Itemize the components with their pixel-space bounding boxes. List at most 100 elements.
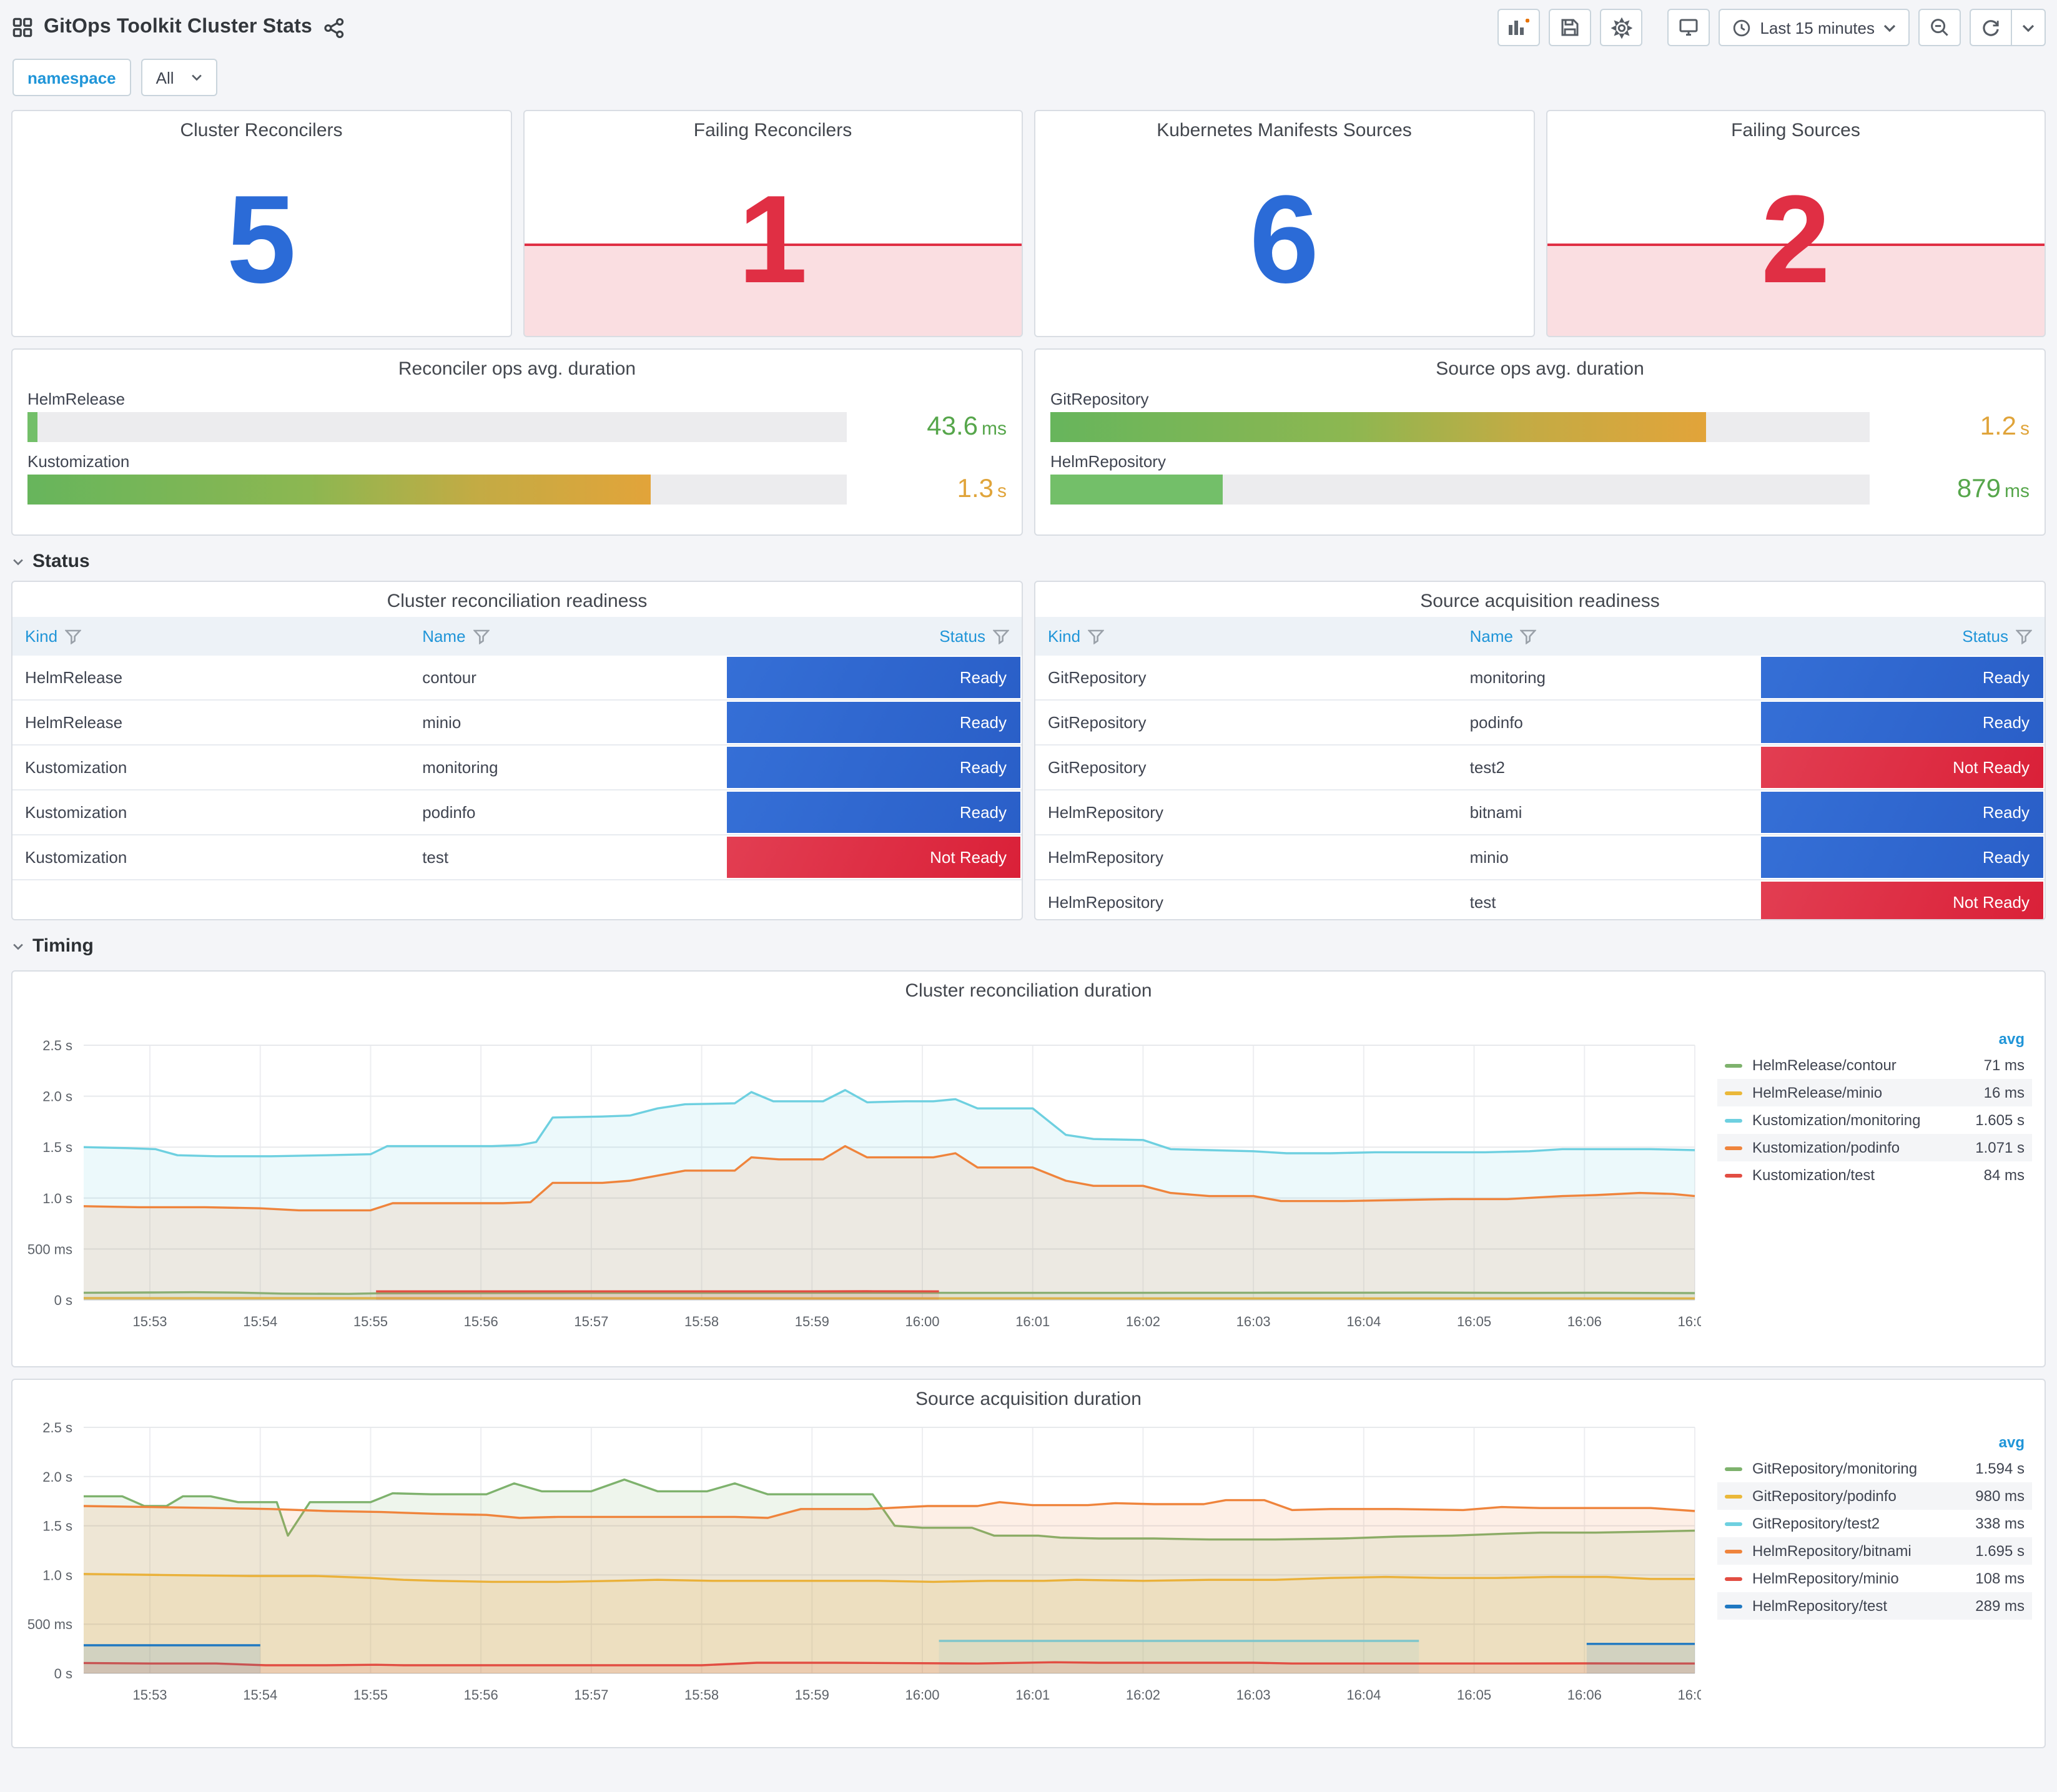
svg-text:15:55: 15:55 [353,1687,388,1703]
svg-text:15:53: 15:53 [132,1687,167,1703]
bar-gauge-label: Kustomization [27,452,130,471]
column-header-status[interactable]: Status [1760,617,2045,656]
cell-name: monitoring [1457,656,1760,701]
legend-series-name: HelmRepository/minio [1752,1570,1899,1587]
legend-series-swatch [1725,1604,1742,1608]
table-row: HelmRelease minio Ready [12,701,1022,746]
legend-item[interactable]: HelmRepository/bitnami 1.695 s [1717,1537,2032,1565]
bar-gauge-panel: Source ops avg. duration GitRepository 1.2… [1034,348,2046,536]
bar-gauge-track [27,475,847,505]
svg-text:16:01: 16:01 [1015,1687,1050,1703]
filter-icon[interactable] [64,629,82,645]
legend-item[interactable]: GitRepository/monitoring 1.594 s [1717,1455,2032,1482]
add-panel-icon [1507,17,1530,37]
tv-cycle-button[interactable] [1667,9,1710,46]
filter-icon[interactable] [472,629,490,645]
charts-container: Cluster reconciliation duration 0 s 500 ms… [0,970,2057,1748]
legend-item[interactable]: Kustomization/test 84 ms [1717,1161,2032,1189]
legend-item[interactable]: GitRepository/podinfo 980 ms [1717,1482,2032,1510]
share-icon[interactable] [323,17,345,38]
legend-series-name: HelmRelease/contour [1752,1056,1897,1074]
legend-series-avg: 1.071 s [1975,1139,2025,1156]
save-dashboard-button[interactable] [1549,9,1592,46]
legend-item[interactable]: HelmRelease/contour 71 ms [1717,1051,2032,1079]
bar-gauge-track-row: 43.6 ms [27,412,1007,442]
legend-series-avg: 84 ms [1983,1166,2025,1184]
bar-gauge-track [27,412,847,442]
legend-item[interactable]: Kustomization/podinfo 1.071 s [1717,1134,2032,1161]
column-header-label: Status [1962,627,2008,646]
status-badge: Ready [1761,702,2043,743]
cell-status: Not Ready [725,835,1022,880]
svg-text:15:57: 15:57 [574,1687,608,1703]
svg-text:15:57: 15:57 [574,1314,608,1329]
bar-gauge-track-row: 1.3 s [27,475,1007,505]
refresh-button[interactable] [1971,10,2011,45]
filter-icon[interactable] [992,629,1010,645]
bar-gauge-fill [27,412,37,442]
chevron-down-icon [1883,23,1896,32]
column-header-status[interactable]: Status [725,617,1022,656]
svg-text:500 ms: 500 ms [27,1617,72,1632]
refresh-interval-dropdown[interactable] [2011,10,2045,45]
svg-text:1.5 s: 1.5 s [42,1140,72,1155]
bar-gauge-panel: Reconciler ops avg. duration HelmRelease 4… [11,348,1023,536]
stat-panel: Failing Sources 2 [1546,110,2046,337]
filter-icon[interactable] [2015,629,2033,645]
svg-text:16:03: 16:03 [1236,1314,1271,1329]
legend-avg-header[interactable]: avg [1717,1026,2032,1051]
table-row: Kustomization monitoring Ready [12,746,1022,790]
legend-item[interactable]: HelmRepository/minio 108 ms [1717,1565,2032,1592]
monitor-icon [1679,17,1699,37]
page-title: GitOps Toolkit Cluster Stats [44,16,312,37]
bar-gauge-label: HelmRelease [27,390,126,408]
cell-name: minio [410,701,726,746]
timeseries-plot[interactable]: 0 s 500 ms 1.0 s 1.5 s 2.0 s 2.5 s 15:53 15:54 1… [12,972,1701,1367]
time-range-picker[interactable]: Last 15 minutes [1719,9,1910,46]
dashboards-grid-icon[interactable] [12,17,32,37]
variable-value-dropdown[interactable]: All [141,59,218,96]
column-header-kind[interactable]: Kind [12,617,410,656]
timeseries-plot[interactable]: 0 s 500 ms 1.0 s 1.5 s 2.0 s 2.5 s 15:53 15:54 1… [12,1380,1701,1748]
status-table-panel: Cluster reconciliation readiness Kind Name… [11,581,1023,920]
stat-panel-title: Kubernetes Manifests Sources [1157,120,1412,141]
bar-gauge-fill [1050,412,1706,442]
section-timing[interactable]: Timing [0,920,2057,965]
filter-icon[interactable] [1520,629,1537,645]
cell-status: Ready [725,701,1022,746]
legend-item[interactable]: GitRepository/test2 338 ms [1717,1510,2032,1537]
legend-item[interactable]: HelmRelease/minio 16 ms [1717,1079,2032,1106]
section-status[interactable]: Status [0,536,2057,581]
svg-text:2.0 s: 2.0 s [42,1469,72,1485]
svg-text:15:53: 15:53 [132,1314,167,1329]
svg-text:16:06: 16:06 [1567,1687,1602,1703]
dashboard-settings-button[interactable] [1600,9,1643,46]
legend-series-swatch [1725,1494,1742,1498]
status-badge: Ready [726,702,1020,743]
add-panel-button[interactable] [1497,9,1541,46]
legend-item[interactable]: HelmRepository/test 289 ms [1717,1592,2032,1620]
bar-gauge-track-row: 879 ms [1050,475,2030,505]
bar-gauge-value: 1.2 s [1980,412,2030,441]
svg-text:16:05: 16:05 [1457,1314,1491,1329]
legend-series-swatch [1725,1146,1742,1150]
column-header-label: Name [1469,627,1513,646]
column-header-name[interactable]: Name [1457,617,1760,656]
svg-text:16:01: 16:01 [1015,1314,1050,1329]
column-header-name[interactable]: Name [410,617,726,656]
cell-kind: GitRepository [1035,746,1458,790]
status-badge: Ready [726,792,1020,833]
legend-series-name: Kustomization/podinfo [1752,1139,1900,1156]
column-header-kind[interactable]: Kind [1035,617,1458,656]
svg-text:1.0 s: 1.0 s [42,1191,72,1206]
legend-item[interactable]: Kustomization/monitoring 1.605 s [1717,1106,2032,1134]
bar-gauge-unit: s [2020,418,2030,440]
bar-gauge-title: Reconciler ops avg. duration [398,358,636,380]
legend-series-name: Kustomization/monitoring [1752,1111,1921,1129]
filter-icon[interactable] [1087,629,1105,645]
legend-avg-header[interactable]: avg [1717,1430,2032,1455]
zoom-out-button[interactable] [1918,9,1961,46]
stat-row: Cluster Reconcilers 5 Failing Reconcilers 1… [0,110,2057,337]
svg-text:1.0 s: 1.0 s [42,1567,72,1583]
bar-gauge-value: 1.3 s [957,475,1007,503]
